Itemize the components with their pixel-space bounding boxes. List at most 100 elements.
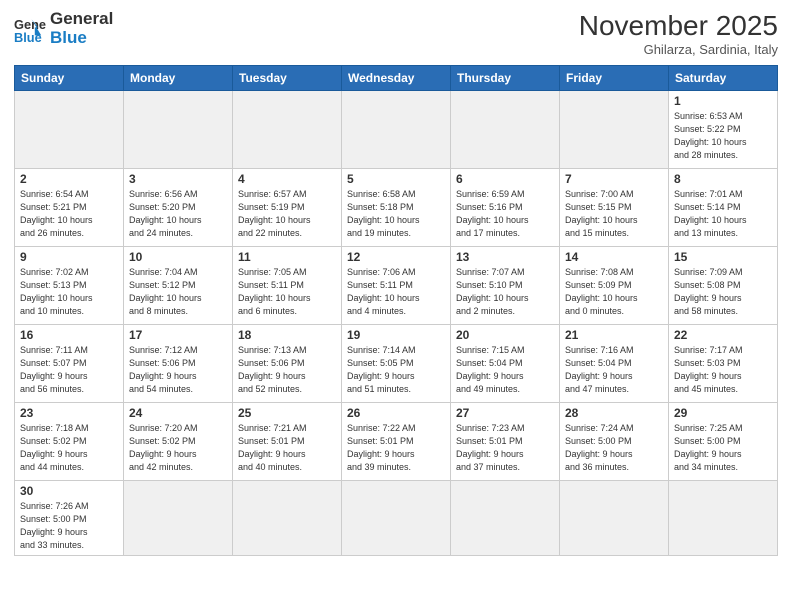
day-info: Sunrise: 7:25 AM Sunset: 5:00 PM Dayligh…	[674, 422, 772, 474]
logo-general-text: General	[50, 10, 113, 29]
day-info: Sunrise: 7:23 AM Sunset: 5:01 PM Dayligh…	[456, 422, 554, 474]
page: General Blue General Blue November 2025 …	[0, 0, 792, 612]
day-number: 14	[565, 250, 663, 264]
day-info: Sunrise: 7:15 AM Sunset: 5:04 PM Dayligh…	[456, 344, 554, 396]
calendar-cell: 5 Sunrise: 6:58 AM Sunset: 5:18 PM Daylig…	[342, 169, 451, 247]
calendar-cell: 11 Sunrise: 7:05 AM Sunset: 5:11 PM Dayli…	[233, 247, 342, 325]
day-number: 23	[20, 406, 118, 420]
day-number: 6	[456, 172, 554, 186]
calendar-cell: 24Sunrise: 7:20 AM Sunset: 5:02 PM Dayli…	[124, 403, 233, 481]
calendar-cell	[342, 91, 451, 169]
calendar-cell: 29 Sunrise: 7:25 AM Sunset: 5:00 PM Dayli…	[669, 403, 778, 481]
calendar-cell: 30Sunrise: 7:26 AM Sunset: 5:00 PM Dayli…	[15, 481, 124, 556]
calendar-cell: 25 Sunrise: 7:21 AM Sunset: 5:01 PM Dayli…	[233, 403, 342, 481]
calendar-cell: 12Sunrise: 7:06 AM Sunset: 5:11 PM Dayli…	[342, 247, 451, 325]
calendar-week-row: 16 Sunrise: 7:11 AM Sunset: 5:07 PM Dayli…	[15, 325, 778, 403]
calendar-week-row: 9Sunrise: 7:02 AM Sunset: 5:13 PM Daylig…	[15, 247, 778, 325]
day-info: Sunrise: 7:01 AM Sunset: 5:14 PM Dayligh…	[674, 188, 772, 240]
day-number: 29	[674, 406, 772, 420]
day-number: 13	[456, 250, 554, 264]
day-number: 4	[238, 172, 336, 186]
calendar-cell: 4 Sunrise: 6:57 AM Sunset: 5:19 PM Daylig…	[233, 169, 342, 247]
month-title: November 2025	[579, 10, 778, 42]
calendar-cell: 17Sunrise: 7:12 AM Sunset: 5:06 PM Dayli…	[124, 325, 233, 403]
day-info: Sunrise: 6:57 AM Sunset: 5:19 PM Dayligh…	[238, 188, 336, 240]
day-info: Sunrise: 7:12 AM Sunset: 5:06 PM Dayligh…	[129, 344, 227, 396]
day-number: 7	[565, 172, 663, 186]
calendar-week-row: 30Sunrise: 7:26 AM Sunset: 5:00 PM Dayli…	[15, 481, 778, 556]
calendar-week-row: 2 Sunrise: 6:54 AM Sunset: 5:21 PM Daylig…	[15, 169, 778, 247]
calendar-day-header-wednesday: Wednesday	[342, 66, 451, 91]
calendar-day-header-monday: Monday	[124, 66, 233, 91]
calendar-cell: 8 Sunrise: 7:01 AM Sunset: 5:14 PM Daylig…	[669, 169, 778, 247]
day-info: Sunrise: 6:56 AM Sunset: 5:20 PM Dayligh…	[129, 188, 227, 240]
logo-blue-text: Blue	[50, 29, 113, 48]
day-number: 3	[129, 172, 227, 186]
day-number: 5	[347, 172, 445, 186]
calendar-cell: 13 Sunrise: 7:07 AM Sunset: 5:10 PM Dayli…	[451, 247, 560, 325]
day-number: 15	[674, 250, 772, 264]
calendar-cell	[233, 481, 342, 556]
day-info: Sunrise: 7:18 AM Sunset: 5:02 PM Dayligh…	[20, 422, 118, 474]
logo: General Blue General Blue	[14, 10, 113, 47]
day-info: Sunrise: 7:21 AM Sunset: 5:01 PM Dayligh…	[238, 422, 336, 474]
calendar-cell	[342, 481, 451, 556]
calendar-cell: 22 Sunrise: 7:17 AM Sunset: 5:03 PM Dayli…	[669, 325, 778, 403]
calendar-cell	[15, 91, 124, 169]
day-info: Sunrise: 7:13 AM Sunset: 5:06 PM Dayligh…	[238, 344, 336, 396]
day-number: 22	[674, 328, 772, 342]
calendar-cell: 7 Sunrise: 7:00 AM Sunset: 5:15 PM Daylig…	[560, 169, 669, 247]
calendar-cell: 28Sunrise: 7:24 AM Sunset: 5:00 PM Dayli…	[560, 403, 669, 481]
calendar-cell: 16 Sunrise: 7:11 AM Sunset: 5:07 PM Dayli…	[15, 325, 124, 403]
calendar-day-header-tuesday: Tuesday	[233, 66, 342, 91]
calendar-cell: 26Sunrise: 7:22 AM Sunset: 5:01 PM Dayli…	[342, 403, 451, 481]
calendar-cell: 10Sunrise: 7:04 AM Sunset: 5:12 PM Dayli…	[124, 247, 233, 325]
calendar-table: SundayMondayTuesdayWednesdayThursdayFrid…	[14, 65, 778, 556]
day-number: 10	[129, 250, 227, 264]
day-number: 2	[20, 172, 118, 186]
calendar-day-header-thursday: Thursday	[451, 66, 560, 91]
calendar-day-header-friday: Friday	[560, 66, 669, 91]
day-number: 25	[238, 406, 336, 420]
day-number: 30	[20, 484, 118, 498]
calendar-cell: 21Sunrise: 7:16 AM Sunset: 5:04 PM Dayli…	[560, 325, 669, 403]
calendar-cell: 1 Sunrise: 6:53 AM Sunset: 5:22 PM Daylig…	[669, 91, 778, 169]
calendar-cell	[233, 91, 342, 169]
calendar-cell: 18Sunrise: 7:13 AM Sunset: 5:06 PM Dayli…	[233, 325, 342, 403]
calendar-day-header-sunday: Sunday	[15, 66, 124, 91]
location-subtitle: Ghilarza, Sardinia, Italy	[579, 42, 778, 57]
day-number: 9	[20, 250, 118, 264]
day-number: 19	[347, 328, 445, 342]
day-info: Sunrise: 7:06 AM Sunset: 5:11 PM Dayligh…	[347, 266, 445, 318]
calendar-cell: 23 Sunrise: 7:18 AM Sunset: 5:02 PM Dayli…	[15, 403, 124, 481]
calendar-cell: 20Sunrise: 7:15 AM Sunset: 5:04 PM Dayli…	[451, 325, 560, 403]
day-info: Sunrise: 7:07 AM Sunset: 5:10 PM Dayligh…	[456, 266, 554, 318]
day-info: Sunrise: 6:58 AM Sunset: 5:18 PM Dayligh…	[347, 188, 445, 240]
day-number: 8	[674, 172, 772, 186]
calendar-cell: 6 Sunrise: 6:59 AM Sunset: 5:16 PM Daylig…	[451, 169, 560, 247]
day-info: Sunrise: 7:17 AM Sunset: 5:03 PM Dayligh…	[674, 344, 772, 396]
day-number: 28	[565, 406, 663, 420]
day-info: Sunrise: 7:14 AM Sunset: 5:05 PM Dayligh…	[347, 344, 445, 396]
calendar-cell: 3 Sunrise: 6:56 AM Sunset: 5:20 PM Daylig…	[124, 169, 233, 247]
day-number: 16	[20, 328, 118, 342]
calendar-cell: 15Sunrise: 7:09 AM Sunset: 5:08 PM Dayli…	[669, 247, 778, 325]
calendar-header-row: SundayMondayTuesdayWednesdayThursdayFrid…	[15, 66, 778, 91]
day-number: 27	[456, 406, 554, 420]
calendar-cell	[124, 481, 233, 556]
day-info: Sunrise: 6:59 AM Sunset: 5:16 PM Dayligh…	[456, 188, 554, 240]
day-info: Sunrise: 7:05 AM Sunset: 5:11 PM Dayligh…	[238, 266, 336, 318]
day-info: Sunrise: 6:54 AM Sunset: 5:21 PM Dayligh…	[20, 188, 118, 240]
logo-icon: General Blue	[14, 13, 46, 45]
day-info: Sunrise: 7:16 AM Sunset: 5:04 PM Dayligh…	[565, 344, 663, 396]
calendar-cell: 27 Sunrise: 7:23 AM Sunset: 5:01 PM Dayli…	[451, 403, 560, 481]
calendar-cell: 9Sunrise: 7:02 AM Sunset: 5:13 PM Daylig…	[15, 247, 124, 325]
day-info: Sunrise: 7:00 AM Sunset: 5:15 PM Dayligh…	[565, 188, 663, 240]
calendar-week-row: 1 Sunrise: 6:53 AM Sunset: 5:22 PM Daylig…	[15, 91, 778, 169]
day-number: 1	[674, 94, 772, 108]
day-info: Sunrise: 7:11 AM Sunset: 5:07 PM Dayligh…	[20, 344, 118, 396]
day-info: Sunrise: 7:22 AM Sunset: 5:01 PM Dayligh…	[347, 422, 445, 474]
day-number: 11	[238, 250, 336, 264]
calendar-cell	[124, 91, 233, 169]
day-info: Sunrise: 6:53 AM Sunset: 5:22 PM Dayligh…	[674, 110, 772, 162]
